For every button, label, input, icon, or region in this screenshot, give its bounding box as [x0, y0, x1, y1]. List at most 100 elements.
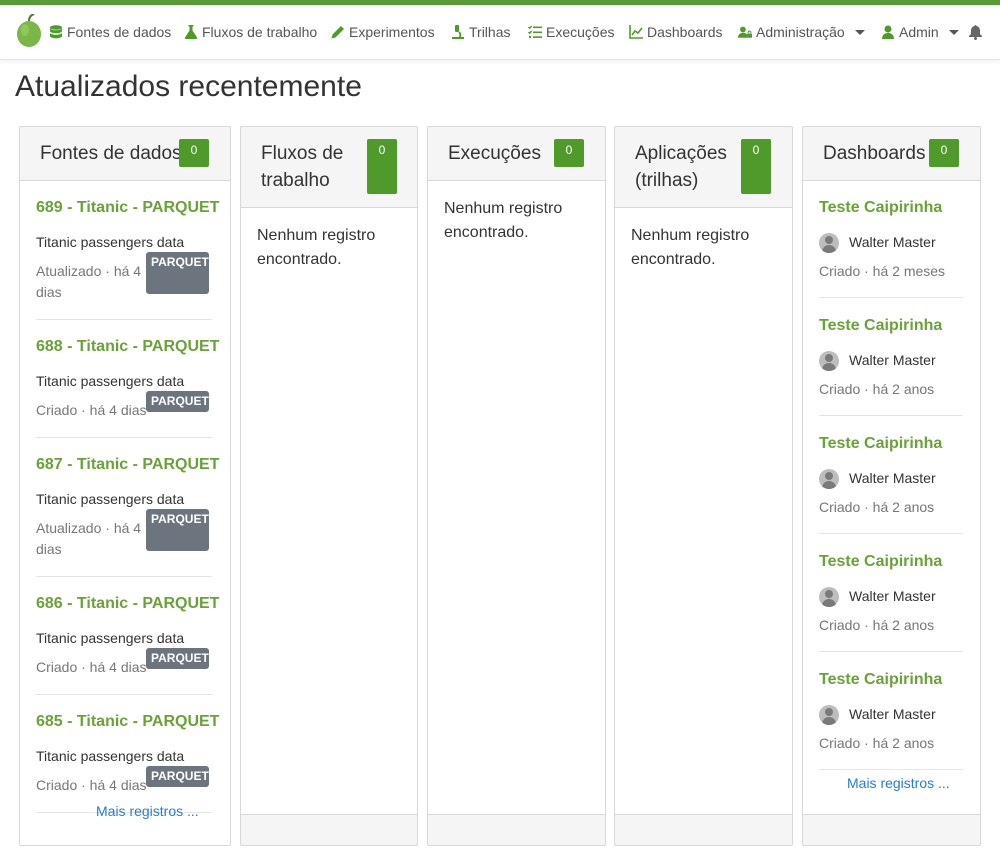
panel-body: 689 - Titanic - PARQUET Titanic passenge… — [20, 180, 230, 845]
item-divider — [36, 437, 212, 438]
datasource-timestamp: Criado · há 4 dias — [36, 659, 147, 675]
nav-experiments[interactable]: Experimentos — [331, 24, 435, 40]
chevron-down-icon — [948, 29, 959, 35]
nav-user-dropdown[interactable]: Admin — [881, 24, 959, 40]
dashboard-timestamp: Criado · há 2 anos — [819, 617, 935, 633]
format-badge: PARQUET — [146, 509, 209, 551]
nav-label: Dashboards — [647, 24, 723, 40]
empty-message: Nenhum registro encontrado. — [257, 227, 376, 268]
microscope-icon — [452, 25, 464, 39]
chart-line-icon — [629, 25, 643, 39]
top-navbar: Fontes de dados Fluxos de trabalho Exper… — [0, 5, 1000, 60]
dashboard-link[interactable]: Teste Caipirinha — [819, 435, 942, 453]
page-title: Atualizados recentemente — [15, 70, 362, 103]
nav-label: Fontes de dados — [67, 24, 172, 40]
nav-dashboards[interactable]: Dashboards — [629, 24, 723, 40]
datasource-description: Titanic passengers data — [36, 491, 185, 507]
count-badge: 0 — [179, 139, 209, 167]
bell-icon[interactable] — [969, 25, 982, 40]
nav-label: Execuções — [546, 24, 615, 40]
format-badge: PARQUET — [146, 766, 209, 787]
format-badge: PARQUET — [146, 648, 209, 669]
panel-title: Execuções — [448, 143, 541, 164]
dashboard-timestamp: Criado · há 2 anos — [819, 735, 935, 751]
dashboard-timestamp: Criado · há 2 anos — [819, 381, 935, 397]
datasource-timestamp: Atualizado · há 4 dias — [36, 263, 142, 300]
panel-body: Nenhum registro encontrado. — [428, 180, 605, 815]
dashboard-owner: Walter Master — [849, 588, 936, 604]
avatar — [819, 587, 839, 607]
more-records-link[interactable]: Mais registros ... — [96, 803, 199, 819]
dashboard-owner: Walter Master — [849, 470, 936, 486]
empty-message: Nenhum registro encontrado. — [631, 227, 750, 268]
dashboard-link[interactable]: Teste Caipirinha — [819, 553, 942, 571]
nav-label: Admin — [899, 24, 939, 40]
item-divider — [36, 576, 212, 577]
panel-title: Fluxos de trabalho — [261, 143, 344, 191]
dashboards-panel: Dashboards 0 Teste Caipirinha Walter Mas… — [802, 126, 981, 846]
item-divider — [819, 533, 963, 534]
dashboard-owner: Walter Master — [849, 234, 936, 250]
item-divider — [819, 415, 963, 416]
nav-label: Fluxos de trabalho — [202, 24, 318, 40]
datasource-link[interactable]: 689 - Titanic - PARQUET — [36, 199, 219, 217]
dashboard-timestamp: Criado · há 2 meses — [819, 263, 946, 279]
panel-title: Dashboards — [823, 143, 926, 164]
panel-title: Fontes de dados — [40, 143, 182, 164]
count-badge: 0 — [554, 139, 584, 167]
user-lock-icon — [738, 26, 752, 38]
dashboard-timestamp: Criado · há 2 anos — [819, 499, 935, 515]
more-records-link[interactable]: Mais registros ... — [847, 775, 950, 791]
item-divider — [819, 297, 963, 298]
dashboard-link[interactable]: Teste Caipirinha — [819, 317, 942, 335]
count-badge: 0 — [741, 139, 771, 194]
nav-datasources[interactable]: Fontes de dados — [49, 24, 171, 40]
panel-body: Nenhum registro encontrado. — [615, 207, 792, 815]
jobs-panel: Execuções 0 Nenhum registro encontrado. — [427, 126, 606, 846]
lemon-logo-icon[interactable] — [15, 14, 43, 48]
nav-tracks[interactable]: Trilhas — [451, 24, 511, 40]
datasource-description: Titanic passengers data — [36, 748, 185, 764]
nav-label: Experimentos — [349, 24, 435, 40]
format-badge: PARQUET — [146, 391, 209, 412]
panel-title: Aplicações (trilhas) — [635, 143, 727, 191]
panel-body: Teste Caipirinha Walter Master Criado · … — [803, 180, 980, 815]
nav-administration-dropdown[interactable]: Administração — [738, 24, 865, 40]
user-icon — [882, 25, 894, 39]
database-icon — [50, 25, 62, 39]
count-badge: 0 — [929, 139, 959, 167]
apps-panel: Aplicações (trilhas) 0 Nenhum registro e… — [614, 126, 793, 846]
nav-label: Administração — [756, 24, 845, 40]
avatar — [819, 351, 839, 371]
item-divider — [36, 694, 212, 695]
datasource-description: Titanic passengers data — [36, 234, 185, 250]
panel-body: Nenhum registro encontrado. — [241, 207, 417, 815]
item-divider — [819, 651, 963, 652]
nav-jobs[interactable]: Execuções — [528, 24, 614, 40]
datasource-description: Titanic passengers data — [36, 373, 185, 389]
nav-workflows[interactable]: Fluxos de trabalho — [184, 24, 317, 40]
avatar — [819, 705, 839, 725]
workflows-panel: Fluxos de trabalho 0 Nenhum registro enc… — [240, 126, 418, 846]
avatar — [819, 469, 839, 489]
pencil-icon — [331, 26, 344, 39]
task-list-icon — [528, 25, 542, 39]
dashboard-link[interactable]: Teste Caipirinha — [819, 671, 942, 689]
dashboard-owner: Walter Master — [849, 706, 936, 722]
empty-message: Nenhum registro encontrado. — [444, 200, 563, 241]
datasource-link[interactable]: 686 - Titanic - PARQUET — [36, 595, 219, 613]
dashboard-link[interactable]: Teste Caipirinha — [819, 199, 942, 217]
datasources-panel: Fontes de dados 0 689 - Titanic - PARQUE… — [19, 126, 231, 846]
datasource-timestamp: Criado · há 4 dias — [36, 777, 147, 793]
flask-icon — [184, 25, 198, 39]
datasource-timestamp: Atualizado · há 4 dias — [36, 520, 142, 557]
item-divider — [819, 769, 963, 770]
datasource-link[interactable]: 688 - Titanic - PARQUET — [36, 338, 219, 356]
count-badge: 0 — [367, 139, 397, 194]
datasource-description: Titanic passengers data — [36, 630, 185, 646]
item-divider — [36, 319, 212, 320]
format-badge: PARQUET — [146, 252, 209, 294]
dashboard-owner: Walter Master — [849, 352, 936, 368]
datasource-link[interactable]: 685 - Titanic - PARQUET — [36, 713, 219, 731]
datasource-link[interactable]: 687 - Titanic - PARQUET — [36, 456, 219, 474]
